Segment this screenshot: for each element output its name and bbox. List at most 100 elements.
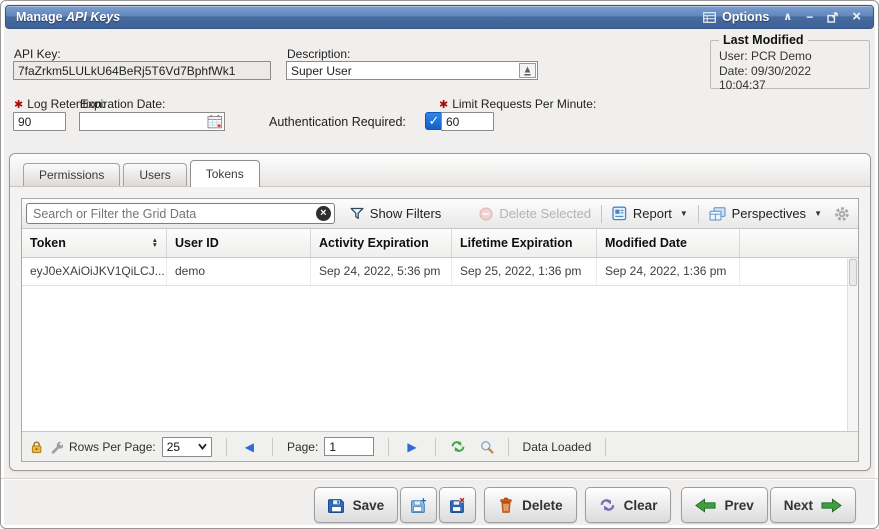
next-button[interactable]: Next xyxy=(770,487,856,523)
report-dropdown-icon: ▼ xyxy=(680,209,688,218)
last-modified-date: Date: 09/30/2022 10:04:37 xyxy=(719,64,861,92)
trash-icon xyxy=(498,497,514,514)
toolbar-divider xyxy=(601,205,602,223)
save-button[interactable]: Save xyxy=(314,487,399,523)
grid-settings-gear-icon[interactable] xyxy=(834,206,850,222)
scrollbar-thumb[interactable] xyxy=(849,259,857,286)
refresh-icon[interactable] xyxy=(450,439,466,454)
cell-modified-date: Sep 24, 2022, 1:36 pm xyxy=(597,258,740,285)
clear-refresh-icon xyxy=(599,497,616,513)
footer-divider xyxy=(226,438,227,456)
perspectives-button[interactable]: Perspectives ▼ xyxy=(709,206,822,221)
options-list-icon xyxy=(703,12,716,23)
tab-users[interactable]: Users xyxy=(123,163,186,186)
cell-activity-expiration: Sep 24, 2022, 5:36 pm xyxy=(311,258,452,285)
grid-search-wrap: × xyxy=(26,203,335,224)
auth-required-label: Authentication Required: xyxy=(269,115,406,129)
tokens-grid: × Show Filters Delete Selected xyxy=(21,198,859,462)
column-header-modified-date[interactable]: Modified Date xyxy=(597,229,740,257)
expiration-date-field[interactable] xyxy=(80,115,205,129)
prev-arrow-icon xyxy=(695,498,716,513)
api-key-field[interactable] xyxy=(13,61,271,80)
cell-spacer xyxy=(740,258,858,285)
page-number-input[interactable] xyxy=(324,437,374,456)
table-row[interactable]: eyJ0eXAiOiJKV1QiLCJ... demo Sep 24, 2022… xyxy=(22,258,858,286)
required-icon: ✱ xyxy=(14,99,23,111)
footer-divider xyxy=(605,438,606,456)
rows-per-page-select[interactable]: 25 xyxy=(162,437,212,457)
show-filters-button[interactable]: Show Filters xyxy=(350,206,442,221)
save-and-close-button[interactable] xyxy=(439,487,476,523)
window-title: Manage API Keys xyxy=(16,10,120,24)
log-retention-field[interactable] xyxy=(13,112,66,131)
report-button[interactable]: Report ▼ xyxy=(612,206,688,221)
clear-button[interactable]: Clear xyxy=(585,487,672,523)
column-header-activity-expiration[interactable]: Activity Expiration xyxy=(311,229,452,257)
last-modified-panel: Last Modified User: PCR Demo Date: 09/30… xyxy=(710,33,870,89)
save-close-floppy-icon xyxy=(449,497,466,514)
chevron-down-icon xyxy=(198,443,207,450)
column-header-token[interactable]: Token ▲▼ xyxy=(22,229,167,257)
tab-panel: Permissions Users Tokens × Show Filters xyxy=(9,153,871,471)
description-field[interactable] xyxy=(287,64,519,78)
description-label: Description: xyxy=(287,47,350,61)
action-bar: Save Delete Clear xyxy=(1,484,878,526)
clear-search-icon[interactable]: × xyxy=(316,206,331,221)
rows-per-page-label: Rows Per Page: xyxy=(69,440,156,454)
prev-button[interactable]: Prev xyxy=(681,487,767,523)
column-header-lifetime-expiration[interactable]: Lifetime Expiration xyxy=(452,229,597,257)
grid-vertical-scrollbar[interactable] xyxy=(847,258,858,431)
footer-divider xyxy=(508,438,509,456)
tab-tokens[interactable]: Tokens xyxy=(190,160,260,187)
limit-rpm-field[interactable] xyxy=(441,112,494,131)
window-titlebar: Manage API Keys Options ∧ − × xyxy=(5,5,874,29)
options-label: Options xyxy=(722,10,769,24)
toolbar-divider xyxy=(698,205,699,223)
minimize-icon[interactable]: − xyxy=(806,11,813,23)
next-page-icon[interactable]: ▶ xyxy=(403,440,420,454)
sort-icon: ▲▼ xyxy=(152,238,158,248)
delete-selected-icon xyxy=(479,207,493,221)
save-floppy-icon xyxy=(328,497,345,514)
collapse-icon[interactable]: ∧ xyxy=(783,11,792,23)
grid-status-text: Data Loaded xyxy=(523,440,592,454)
perspectives-icon xyxy=(709,207,726,221)
options-button[interactable]: Options xyxy=(703,10,769,24)
delete-selected-button[interactable]: Delete Selected xyxy=(479,206,591,221)
grid-search-input[interactable] xyxy=(27,207,316,221)
column-header-user-id[interactable]: User ID xyxy=(167,229,311,257)
close-icon[interactable]: × xyxy=(852,11,861,23)
footer-divider xyxy=(272,438,273,456)
manage-api-keys-window: Manage API Keys Options ∧ − × API Key: D… xyxy=(0,0,879,529)
expiration-date-wrap xyxy=(79,112,225,131)
popout-icon[interactable] xyxy=(827,12,838,23)
action-bar-divider xyxy=(1,478,878,480)
search-magnifier-icon[interactable] xyxy=(480,440,494,454)
footer-divider xyxy=(435,438,436,456)
grid-toolbar: × Show Filters Delete Selected xyxy=(22,199,858,229)
description-field-wrap xyxy=(286,61,538,80)
expiration-date-label: Expiration Date: xyxy=(80,97,165,111)
filter-funnel-icon xyxy=(350,207,364,220)
delete-button[interactable]: Delete xyxy=(484,487,577,523)
wrench-icon[interactable] xyxy=(49,440,63,454)
tab-strip: Permissions Users Tokens xyxy=(10,154,870,187)
tab-permissions[interactable]: Permissions xyxy=(23,163,120,186)
prev-page-icon[interactable]: ◀ xyxy=(241,440,258,454)
spellcheck-icon[interactable] xyxy=(519,63,536,78)
calendar-icon[interactable] xyxy=(205,113,224,130)
next-arrow-icon xyxy=(821,498,842,513)
check-icon: ✓ xyxy=(429,113,440,129)
perspectives-dropdown-icon: ▼ xyxy=(814,209,822,218)
last-modified-user: User: PCR Demo xyxy=(719,49,861,63)
cell-lifetime-expiration: Sep 25, 2022, 1:36 pm xyxy=(452,258,597,285)
last-modified-legend: Last Modified xyxy=(719,33,808,47)
report-icon xyxy=(612,206,627,221)
grid-header-row: Token ▲▼ User ID Activity Expiration Lif… xyxy=(22,229,858,258)
lock-icon[interactable] xyxy=(30,440,43,454)
cell-token: eyJ0eXAiOiJKV1QiLCJ... xyxy=(22,258,167,285)
grid-body: eyJ0eXAiOiJKV1QiLCJ... demo Sep 24, 2022… xyxy=(22,258,858,431)
save-and-new-button[interactable] xyxy=(400,487,437,523)
cell-user-id: demo xyxy=(167,258,311,285)
page-label: Page: xyxy=(287,440,318,454)
